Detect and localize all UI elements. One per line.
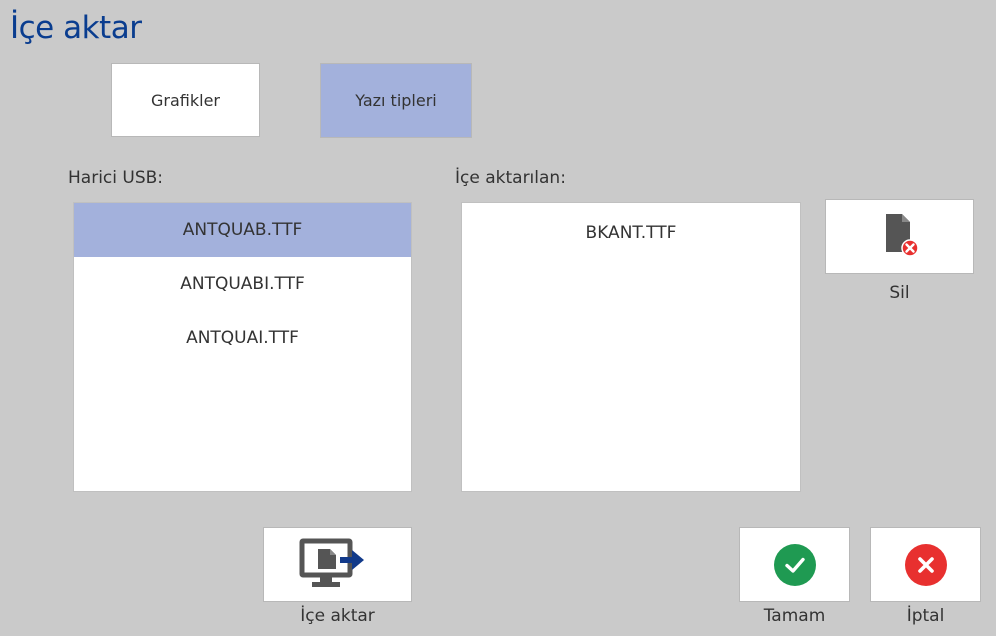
list-item[interactable]: ANTQUAB.TTF xyxy=(74,203,411,257)
page-title: İçe aktar xyxy=(10,10,142,46)
delete-button[interactable] xyxy=(825,199,974,274)
tab-graphics-label: Grafikler xyxy=(151,90,220,110)
list-item-label: ANTQUAB.TTF xyxy=(182,220,303,240)
delete-file-icon xyxy=(880,212,920,262)
delete-button-label: Sil xyxy=(889,283,910,303)
list-item[interactable]: ANTQUAI.TTF xyxy=(74,311,411,365)
check-icon xyxy=(773,543,816,586)
imported-file-list[interactable]: BKANT.TTF xyxy=(461,202,801,492)
usb-file-list[interactable]: ANTQUAB.TTF ANTQUABI.TTF ANTQUAI.TTF xyxy=(73,202,412,492)
list-item-label: ANTQUABI.TTF xyxy=(180,274,305,294)
close-icon xyxy=(904,543,947,586)
ok-button[interactable] xyxy=(739,527,850,602)
tab-graphics[interactable]: Grafikler xyxy=(111,63,260,137)
usb-list-label: Harici USB: xyxy=(68,168,164,188)
imported-list-label: İçe aktarılan: xyxy=(455,168,566,188)
import-monitor-icon xyxy=(296,535,380,595)
list-item-label: BKANT.TTF xyxy=(585,223,677,243)
ok-button-label: Tamam xyxy=(763,606,826,626)
tab-fonts[interactable]: Yazı tipleri xyxy=(320,63,472,138)
cancel-button-label: İptal xyxy=(906,606,945,626)
cancel-button[interactable] xyxy=(870,527,981,602)
list-item[interactable]: ANTQUABI.TTF xyxy=(74,257,411,311)
list-item[interactable]: BKANT.TTF xyxy=(462,203,800,269)
list-item-label: ANTQUAI.TTF xyxy=(186,328,299,348)
import-button[interactable] xyxy=(263,527,412,602)
tab-fonts-label: Yazı tipleri xyxy=(355,91,437,110)
import-button-label: İçe aktar xyxy=(300,606,375,626)
